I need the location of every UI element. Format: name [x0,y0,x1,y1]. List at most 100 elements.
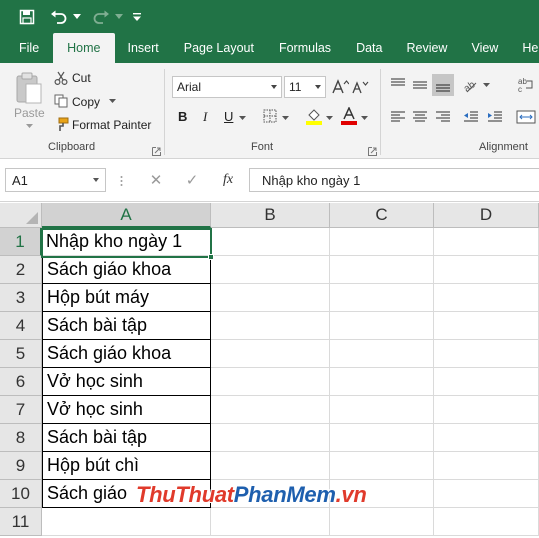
cell-d9[interactable] [434,452,539,480]
cell-a5[interactable]: Sách giáo khoa [42,340,211,368]
insert-function-icon[interactable]: fx [218,168,238,192]
cell-a8[interactable]: Sách bài tập [42,424,211,452]
font-color-icon[interactable] [340,107,358,125]
paste-label[interactable]: Paste [14,106,45,120]
column-header-c[interactable]: C [330,203,434,228]
underline-button[interactable]: U [224,109,233,124]
cancel-icon[interactable]: ✕ [146,168,166,192]
cell-d1[interactable] [434,228,539,256]
cell-d10[interactable] [434,480,539,508]
cell-c6[interactable] [330,368,434,396]
cell-c8[interactable] [330,424,434,452]
cell-a6[interactable]: Vở học sinh [42,368,211,396]
align-top-icon[interactable] [389,76,407,94]
row-header[interactable]: 1 [0,228,42,256]
cell-c3[interactable] [330,284,434,312]
cell-b5[interactable] [211,340,330,368]
cell-d6[interactable] [434,368,539,396]
cell-a4[interactable]: Sách bài tập [42,312,211,340]
cell-b1[interactable] [211,228,330,256]
align-left-icon[interactable] [389,108,407,126]
borders-dropdown-icon[interactable] [281,115,289,121]
clipboard-launcher-icon[interactable] [152,143,161,156]
cell-b6[interactable] [211,368,330,396]
tab-file[interactable]: File [0,33,53,63]
tab-insert[interactable]: Insert [115,33,172,63]
copy-icon[interactable] [53,93,69,109]
underline-dropdown-icon[interactable] [238,115,246,121]
undo-icon[interactable] [46,4,72,30]
tab-page-layout[interactable]: Page Layout [172,33,266,63]
cut-label[interactable]: Cut [72,71,91,85]
cell-c4[interactable] [330,312,434,340]
cell-c1[interactable] [330,228,434,256]
redo-dropdown-icon[interactable] [114,4,124,30]
cell-d4[interactable] [434,312,539,340]
cell-c7[interactable] [330,396,434,424]
cell-a7[interactable]: Vở học sinh [42,396,211,424]
font-launcher-icon[interactable] [368,143,377,156]
cell-d8[interactable] [434,424,539,452]
name-box-dropdown-icon[interactable] [93,178,99,182]
row-header[interactable]: 3 [0,284,42,312]
tab-formulas[interactable]: Formulas [266,33,344,63]
select-all-button[interactable] [0,203,42,228]
bold-button[interactable]: B [178,109,187,124]
cell-d3[interactable] [434,284,539,312]
orientation-dropdown-icon[interactable] [482,82,490,88]
copy-label[interactable]: Copy [72,95,100,109]
column-header-d[interactable]: D [434,203,539,228]
cell-b8[interactable] [211,424,330,452]
cell-c11[interactable] [330,508,434,536]
redo-icon[interactable] [88,4,114,30]
fill-color-dropdown-icon[interactable] [325,115,333,121]
cell-d5[interactable] [434,340,539,368]
row-header[interactable]: 2 [0,256,42,284]
row-header[interactable]: 4 [0,312,42,340]
cell-b9[interactable] [211,452,330,480]
column-header-a[interactable]: A [42,203,211,228]
cut-icon[interactable] [53,70,69,86]
format-painter-icon[interactable] [53,116,69,132]
increase-indent-icon[interactable] [486,108,504,126]
tab-home[interactable]: Home [53,33,115,63]
customize-toolbar-icon[interactable] [130,4,144,30]
format-painter-label[interactable]: Format Painter [72,118,151,132]
align-right-icon[interactable] [434,108,452,126]
row-header[interactable]: 7 [0,396,42,424]
decrease-font-size-icon[interactable] [351,77,369,97]
column-header-b[interactable]: B [211,203,330,228]
paste-icon[interactable] [12,69,46,109]
align-middle-icon[interactable] [411,76,429,94]
font-size-dropdown[interactable]: 11 [284,76,326,98]
cell-b2[interactable] [211,256,330,284]
row-header[interactable]: 9 [0,452,42,480]
copy-dropdown-icon[interactable] [108,98,116,104]
cell-c5[interactable] [330,340,434,368]
cell-d11[interactable] [434,508,539,536]
row-header[interactable]: 5 [0,340,42,368]
cell-c9[interactable] [330,452,434,480]
italic-button[interactable]: I [203,109,207,125]
cell-a9[interactable]: Hộp bút chì [42,452,211,480]
cell-c2[interactable] [330,256,434,284]
cell-a2[interactable]: Sách giáo khoa [42,256,211,284]
align-bottom-icon[interactable] [432,74,454,96]
cell-a1[interactable]: Nhập kho ngày 1 [42,228,211,256]
cell-b4[interactable] [211,312,330,340]
cell-a11[interactable] [42,508,211,536]
borders-icon[interactable] [262,108,278,124]
tab-review[interactable]: Review [394,33,459,63]
paste-dropdown-icon[interactable] [24,123,34,129]
name-box[interactable]: A1 [5,168,106,192]
cell-a3[interactable]: Hộp bút máy [42,284,211,312]
fill-color-icon[interactable] [305,107,323,125]
cell-d2[interactable] [434,256,539,284]
row-header[interactable]: 6 [0,368,42,396]
tab-view[interactable]: View [459,33,510,63]
undo-dropdown-icon[interactable] [72,4,82,30]
align-center-icon[interactable] [411,108,429,126]
save-icon[interactable] [14,4,40,30]
row-header[interactable]: 8 [0,424,42,452]
formula-bar-grip-icon[interactable] [119,174,123,188]
